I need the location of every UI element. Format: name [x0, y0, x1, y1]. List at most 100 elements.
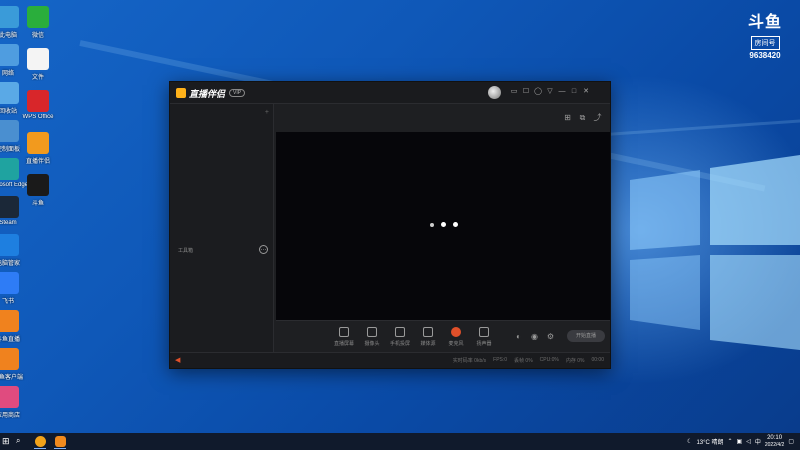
ime-indicator[interactable]: 中: [755, 437, 761, 446]
volume-icon[interactable]: ◀: [175, 357, 182, 364]
add-scene-icon[interactable]: +: [265, 109, 269, 116]
desktop-icon[interactable]: WPS Office: [18, 90, 58, 120]
app-logo: 直播伴侣 VIP: [176, 87, 246, 99]
preview-tool-icon[interactable]: ⊞: [563, 113, 572, 122]
preview-tool-icon[interactable]: ⤴: [593, 113, 602, 122]
windows-start-icon[interactable]: ⊞: [2, 436, 12, 446]
clock-time: 20:10: [767, 434, 783, 441]
taskbar: ⊞ ⌕ ☾ 13°C 晴朗 ⌃ ▣ ◁ 中 20:10 2022/4/2 ▢: [0, 433, 800, 450]
window-control-icon[interactable]: ◯: [534, 88, 542, 96]
tool-camera[interactable]: 摄像头: [361, 327, 383, 347]
window-control-icon[interactable]: ▽: [546, 88, 554, 96]
desktop-icon[interactable]: 直播伴侣: [18, 132, 58, 165]
desktop-icon[interactable]: 微信: [18, 6, 58, 39]
room-label: 房间号: [750, 36, 780, 50]
desktop-icon-label: 飞书: [1, 299, 14, 305]
window-control-icon[interactable]: ▭: [510, 88, 518, 96]
status-stat: FPS:0: [493, 357, 508, 363]
desktop-icon-label: 应用商店: [0, 413, 20, 419]
app-logo-icon: [176, 88, 186, 98]
tool-speaker[interactable]: 扬声器: [473, 327, 495, 347]
desktop-icon-label: 斗鱼: [31, 201, 44, 207]
app-icon: [27, 48, 49, 70]
desktop-icon[interactable]: 文件: [18, 48, 58, 81]
weather-icon[interactable]: ☾: [687, 438, 692, 445]
desktop-icon[interactable]: 飞书: [0, 272, 28, 305]
desktop-icon[interactable]: 斗鱼: [18, 174, 58, 207]
desktop-icon[interactable]: 斗鱼直播: [0, 310, 28, 343]
app-icon: [0, 348, 19, 370]
desktop-icon-label: 斗鱼直播: [0, 337, 20, 343]
window-control-icon[interactable]: —: [558, 88, 566, 96]
status-stat: 00:00: [591, 357, 604, 363]
camera-icon: [367, 327, 377, 337]
tool-label: 手机投屏: [389, 341, 410, 347]
app-icon: [27, 132, 49, 154]
douyu-watermark: 斗鱼 房间号 9638420: [742, 14, 788, 60]
title-bar[interactable]: 直播伴侣 VIP ▭ ☐ ◯ ▽ — □ ✕: [170, 82, 610, 104]
status-stat: 实时码率 0kb/s: [452, 358, 487, 364]
vip-badge[interactable]: VIP: [229, 89, 246, 97]
eye-icon[interactable]: ◉: [530, 332, 539, 341]
tool-phone[interactable]: 手机投屏: [389, 327, 411, 347]
desktop-icon-label: 文件: [31, 75, 44, 81]
media-icon: [423, 327, 433, 337]
desktop-icon[interactable]: 应用商店: [0, 386, 28, 419]
desktop-icon-label: WPS Office: [22, 114, 54, 120]
taskbar-app-browser[interactable]: [32, 434, 48, 449]
scene-row[interactable]: 工具箱 …: [170, 244, 273, 258]
status-stat: CPU:0%: [539, 357, 559, 363]
desktop-icon-label: 直播伴侣: [25, 159, 50, 165]
phone-icon: [395, 327, 405, 337]
weather-text[interactable]: 13°C 晴朗: [696, 437, 723, 446]
desktop-icon-label: 微信: [31, 33, 44, 39]
tool-mic[interactable]: 麦克风: [445, 327, 467, 347]
app-icon: [0, 234, 19, 256]
app-icon: [0, 158, 19, 180]
tool-media[interactable]: 媒体源: [417, 327, 439, 347]
active-indicator: [54, 448, 66, 449]
tool-label: 直播屏幕: [333, 341, 354, 347]
scene-more-icon[interactable]: …: [259, 245, 268, 254]
status-stat: 丢帧 0%: [514, 358, 533, 364]
desktop-icon-label: 电脑管家: [0, 261, 20, 267]
window-control-icon[interactable]: ☐: [522, 88, 530, 96]
window-control-icon[interactable]: □: [570, 88, 578, 96]
app-name: 直播伴侣: [189, 88, 226, 99]
tool-label: 扬声器: [476, 341, 492, 347]
tool-label: 摄像头: [364, 341, 380, 347]
clock[interactable]: 20:10 2022/4/2: [765, 435, 784, 449]
preview-tool-icon[interactable]: ⧉: [578, 113, 587, 122]
app-icon: [0, 44, 19, 66]
app-icon: [0, 310, 19, 332]
room-number: 9638420: [749, 51, 781, 60]
app-icon: [0, 6, 19, 28]
loading-spinner: [430, 222, 458, 227]
notification-icon[interactable]: ▢: [788, 438, 794, 445]
avatar[interactable]: [488, 86, 501, 99]
search-icon[interactable]: ⌕: [16, 436, 26, 446]
preview-header: ⊞ ⧉ ⤴: [275, 104, 610, 132]
camera-toggle-icon[interactable]: ◐: [514, 332, 523, 341]
network-icon[interactable]: ▣: [737, 438, 743, 445]
tool-screen[interactable]: 直播屏幕: [333, 327, 355, 347]
gear-icon[interactable]: ⚙: [546, 332, 555, 341]
mic-icon: [451, 327, 461, 337]
window-control-icon[interactable]: ✕: [582, 88, 590, 96]
app-icon: [0, 386, 19, 408]
clock-date: 2022/4/2: [764, 441, 785, 448]
douyu-logo: 斗鱼: [747, 14, 782, 31]
start-live-button[interactable]: 开始直播: [567, 330, 605, 342]
app-icon: [27, 6, 49, 28]
loading-dot: [453, 222, 458, 227]
speaker-icon: [479, 327, 489, 337]
desktop-icon[interactable]: 电脑管家: [0, 234, 28, 267]
screen-icon: [339, 327, 349, 337]
status-bar: ◀ 实时码率 0kb/s FPS:0 丢帧 0% CPU:0% 内存 0% 00:00: [170, 352, 610, 368]
app-icon: [0, 272, 19, 294]
taskbar-app-live-companion[interactable]: [52, 434, 68, 449]
tray-arrow-icon[interactable]: ⌃: [728, 438, 733, 445]
desktop-icon[interactable]: 斗鱼客户端: [0, 348, 28, 381]
speaker-icon[interactable]: ◁: [746, 438, 751, 445]
stream-preview[interactable]: [276, 132, 610, 320]
